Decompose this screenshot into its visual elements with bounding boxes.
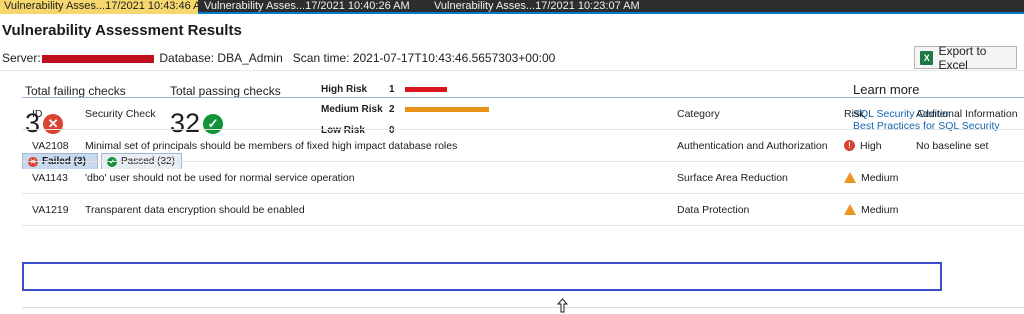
col-header-category[interactable]: Category bbox=[677, 108, 844, 120]
col-header-id[interactable]: ID bbox=[22, 108, 85, 120]
export-to-excel-button[interactable]: X Export to Excel bbox=[914, 43, 1017, 72]
passing-checks-label: Total passing checks bbox=[170, 84, 281, 98]
row-check: Transparent data encryption should be en… bbox=[85, 203, 305, 216]
learn-more-heading: Learn more bbox=[853, 82, 920, 97]
col-header-check[interactable]: Security Check bbox=[85, 108, 677, 120]
risk-high-label: High Risk bbox=[321, 83, 368, 95]
failing-checks-label: Total failing checks bbox=[25, 84, 126, 98]
warning-icon bbox=[844, 204, 856, 215]
page-title: Vulnerability Assessment Results bbox=[2, 22, 242, 39]
doc-tab-label: Vulnerability Asses...17/2021 10:23:07 A… bbox=[434, 0, 640, 12]
document-tab-strip: Vulnerability Asses...17/2021 10:43:46 A… bbox=[0, 0, 1024, 14]
scan-info-line: Server: Database: DBA_Admin Scan time: 2… bbox=[2, 51, 555, 65]
export-label: Export to Excel bbox=[938, 43, 987, 72]
row-category: Authentication and Authorization bbox=[677, 139, 828, 152]
error-icon: ! bbox=[844, 140, 855, 151]
row-risk: Medium bbox=[844, 204, 916, 216]
row-check: Minimal set of principals should be memb… bbox=[85, 139, 458, 152]
row-risk-label: High bbox=[860, 139, 882, 152]
doc-tab-active[interactable]: Vulnerability Asses...17/2021 10:43:46 A… bbox=[0, 0, 198, 14]
doc-tab-label: Vulnerability Asses...17/2021 10:40:26 A… bbox=[204, 0, 410, 12]
doc-tab-3[interactable]: Vulnerability Asses...17/2021 10:23:07 A… bbox=[428, 0, 668, 14]
table-bottom-border bbox=[22, 307, 1024, 308]
database-text: Database: DBA_Admin bbox=[159, 51, 283, 65]
row-category: Data Protection bbox=[677, 203, 750, 216]
row-info: No baseline set bbox=[916, 139, 989, 152]
row-risk-label: Medium bbox=[861, 171, 899, 184]
risk-high-row: High Risk 1 bbox=[321, 82, 447, 96]
row-risk: ! High bbox=[844, 140, 916, 152]
row-id: VA1219 bbox=[32, 203, 69, 216]
table-row[interactable]: VA1143 'dbo' user should not be used for… bbox=[22, 162, 1024, 194]
col-header-info[interactable]: Additional Information bbox=[916, 108, 1024, 120]
scan-time-text: Scan time: 2021-07-17T10:43:46.5657303+0… bbox=[292, 51, 556, 65]
row-id: VA2108 bbox=[32, 139, 69, 152]
table-row[interactable]: VA2108 Minimal set of principals should … bbox=[22, 130, 1024, 162]
results-table: ID Security Check Category Risk Addition… bbox=[22, 98, 1024, 226]
doc-tab-label: Vulnerability Asses...17/2021 10:43:46 A… bbox=[4, 0, 198, 12]
table-row[interactable]: VA1219 Transparent data encryption shoul… bbox=[22, 194, 1024, 226]
row-highlight-box bbox=[22, 262, 942, 291]
excel-icon: X bbox=[920, 50, 934, 65]
col-header-risk[interactable]: Risk bbox=[844, 108, 916, 120]
row-id: VA1143 bbox=[32, 171, 68, 184]
row-category: Surface Area Reduction bbox=[677, 171, 788, 184]
redacted-server-name bbox=[42, 54, 155, 63]
row-risk-label: Medium bbox=[861, 203, 899, 216]
mouse-cursor-icon bbox=[557, 298, 568, 313]
row-check: 'dbo' user should not be used for normal… bbox=[85, 171, 355, 184]
risk-high-bar bbox=[405, 86, 447, 92]
warning-icon bbox=[844, 172, 856, 183]
risk-high-count: 1 bbox=[389, 83, 395, 95]
row-risk: Medium bbox=[844, 172, 916, 184]
doc-tab-2[interactable]: Vulnerability Asses...17/2021 10:40:26 A… bbox=[198, 0, 428, 14]
table-header: ID Security Check Category Risk Addition… bbox=[22, 98, 1024, 130]
server-label: Server: bbox=[2, 51, 41, 65]
